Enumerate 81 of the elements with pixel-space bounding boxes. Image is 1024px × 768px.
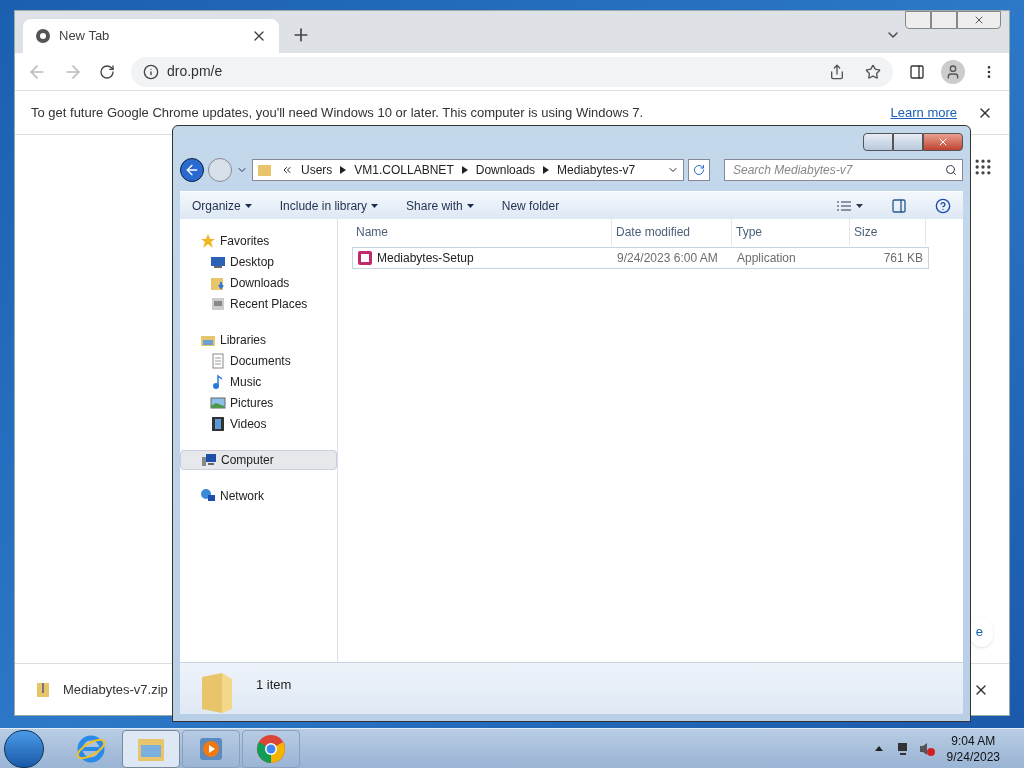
close-button[interactable] <box>957 11 1001 29</box>
start-button[interactable] <box>4 729 44 768</box>
double-chevron-icon[interactable] <box>281 164 293 176</box>
file-name: Mediabytes-Setup <box>377 250 474 267</box>
minimize-button[interactable] <box>863 133 893 151</box>
address-bar[interactable]: dro.pm/e <box>131 56 893 87</box>
breadcrumb-arrow-icon[interactable] <box>340 166 347 174</box>
help-icon[interactable] <box>935 197 951 214</box>
tray-expand-icon[interactable] <box>874 746 883 751</box>
taskbar-app[interactable] <box>122 729 180 768</box>
application-icon <box>357 250 373 266</box>
nav-item[interactable]: Favorites <box>180 231 337 251</box>
breadcrumb-item[interactable]: Mediabytes-v7 <box>557 161 636 179</box>
nav-item[interactable]: Desktop <box>180 251 337 272</box>
refresh-button[interactable] <box>688 159 710 181</box>
close-icon <box>937 136 949 148</box>
tab-title: New Tab <box>59 27 111 46</box>
file-date: 9/24/2023 6:00 AM <box>616 250 719 267</box>
learn-more-link[interactable]: Learn more <box>890 102 957 123</box>
command-button[interactable]: Include in library <box>279 196 379 215</box>
column-header[interactable]: Size <box>850 219 926 245</box>
nav-item[interactable]: Videos <box>180 413 337 434</box>
breadcrumb-item[interactable]: Users <box>301 161 333 179</box>
column-header[interactable]: Name <box>352 219 612 245</box>
column-header[interactable]: Type <box>732 219 850 245</box>
caret-icon <box>466 203 474 208</box>
nav-item[interactable]: Network <box>180 486 337 506</box>
muted-speaker-icon[interactable] <box>918 740 935 757</box>
command-button[interactable]: Organize <box>192 196 252 215</box>
nav-item[interactable]: Downloads <box>180 272 337 293</box>
status-text: 1 item <box>256 676 292 694</box>
address-bar[interactable]: Users VM1.COLLABNET Downloads Mediabytes-v7 <box>252 159 684 181</box>
refresh-icon <box>693 164 705 176</box>
info-message: To get future Google Chrome updates, you'll need Windows 10 or later. This computer is using Windows 7. <box>31 103 645 122</box>
search-icon[interactable] <box>945 164 957 176</box>
profile-avatar[interactable] <box>941 59 965 84</box>
folder-icon <box>257 162 273 178</box>
browser-tab[interactable]: New Tab <box>23 19 279 53</box>
nav-item[interactable]: Recent Places <box>180 293 337 314</box>
caret-icon <box>371 203 379 208</box>
picture-icon <box>210 394 226 411</box>
command-button[interactable]: Share with <box>406 196 474 215</box>
breadcrumb-item[interactable]: Downloads <box>475 161 536 179</box>
computer-icon <box>201 452 217 468</box>
caret-icon <box>244 203 252 208</box>
search-field[interactable]: Search Mediabytes-v7 <box>724 159 963 181</box>
network-icon <box>200 488 216 504</box>
file-row[interactable]: Mediabytes-Setup 9/24/2023 6:00 AM Application 761 KB <box>352 247 929 269</box>
film-icon <box>210 415 226 432</box>
apps-icon[interactable] <box>973 157 993 177</box>
command-button[interactable]: New folder <box>501 196 560 215</box>
customize-button[interactable]: e <box>969 617 993 647</box>
nav-item[interactable]: Libraries <box>180 330 337 350</box>
chrome-logo-icon <box>35 28 51 44</box>
zip-file-icon <box>35 681 51 698</box>
back-button[interactable] <box>180 158 204 182</box>
close-icon <box>973 14 985 26</box>
recent-places-icon <box>210 295 226 312</box>
preview-pane-icon[interactable] <box>891 197 907 214</box>
maximize-button[interactable] <box>931 11 957 29</box>
close-button[interactable] <box>923 133 963 151</box>
clock[interactable]: 9:04 AM 9/24/2023 <box>946 732 1024 765</box>
breadcrumb-arrow-icon[interactable] <box>461 166 468 174</box>
nav-item[interactable]: Music <box>180 371 337 392</box>
breadcrumb-arrow-icon[interactable] <box>543 166 550 174</box>
side-panel-icon[interactable] <box>909 63 925 80</box>
reload-icon[interactable] <box>99 63 115 80</box>
view-options-icon[interactable] <box>837 200 863 211</box>
document-icon <box>210 352 226 369</box>
column-header[interactable]: Date modified <box>612 219 732 245</box>
file-size: 761 KB <box>882 250 924 267</box>
nav-item[interactable]: Computer <box>180 450 337 470</box>
maximize-button[interactable] <box>893 133 923 151</box>
breadcrumb-item[interactable]: VM1.COLLABNET <box>354 161 454 179</box>
download-file-name[interactable]: Mediabytes-v7.zip <box>63 679 168 700</box>
taskbar-app[interactable] <box>242 729 300 768</box>
nav-item[interactable]: Pictures <box>180 392 337 413</box>
chrome-logo-icon <box>255 732 287 765</box>
nav-item[interactable]: Documents <box>180 350 337 371</box>
file-type: Application <box>736 250 797 267</box>
star-icon <box>200 233 216 249</box>
